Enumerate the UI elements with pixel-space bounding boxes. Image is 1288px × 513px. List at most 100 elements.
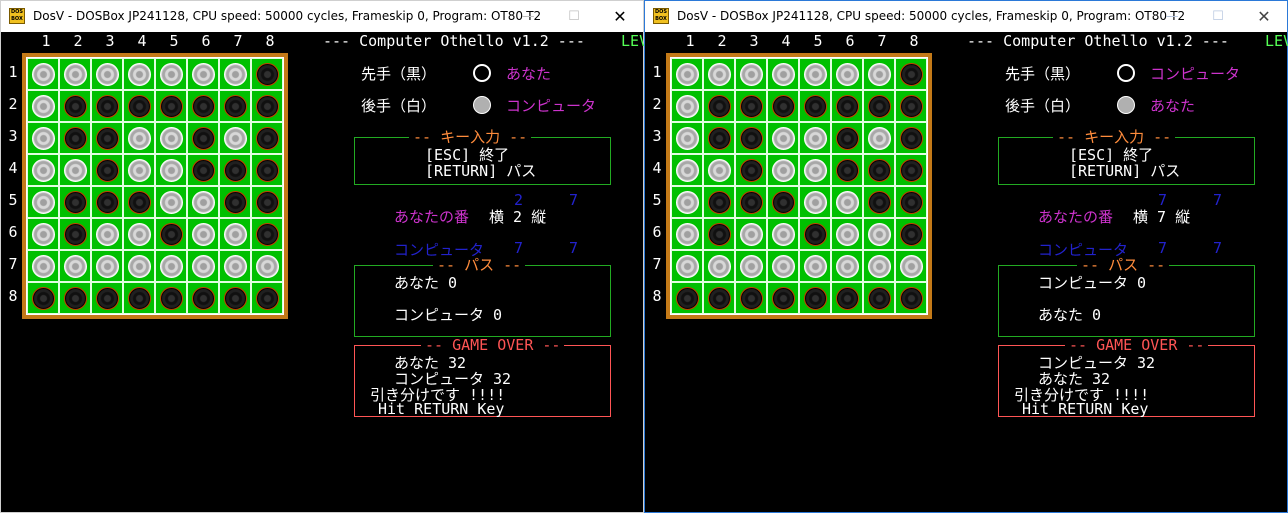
board-cell[interactable]	[91, 282, 123, 314]
board-cell[interactable]	[91, 154, 123, 186]
board-grid[interactable]	[26, 57, 284, 315]
board-cell[interactable]	[671, 282, 703, 314]
board-cell[interactable]	[187, 90, 219, 122]
board-cell[interactable]	[895, 186, 927, 218]
board-cell[interactable]	[735, 186, 767, 218]
board-cell[interactable]	[895, 90, 927, 122]
board-cell[interactable]	[91, 186, 123, 218]
board-cell[interactable]	[219, 90, 251, 122]
board-cell[interactable]	[671, 90, 703, 122]
board-cell[interactable]	[671, 122, 703, 154]
board-cell[interactable]	[799, 154, 831, 186]
board-cell[interactable]	[831, 250, 863, 282]
board-cell[interactable]	[831, 58, 863, 90]
board-cell[interactable]	[251, 186, 283, 218]
board-cell[interactable]	[863, 58, 895, 90]
board-cell[interactable]	[123, 186, 155, 218]
board-cell[interactable]	[799, 218, 831, 250]
board-cell[interactable]	[123, 90, 155, 122]
board-cell[interactable]	[27, 282, 59, 314]
board-cell[interactable]	[27, 154, 59, 186]
minimize-button[interactable]: —	[505, 1, 551, 32]
othello-board[interactable]	[22, 53, 288, 319]
board-cell[interactable]	[863, 90, 895, 122]
board-cell[interactable]	[219, 58, 251, 90]
board-cell[interactable]	[831, 186, 863, 218]
board-cell[interactable]	[219, 122, 251, 154]
board-cell[interactable]	[91, 58, 123, 90]
board-cell[interactable]	[123, 218, 155, 250]
board-cell[interactable]	[863, 250, 895, 282]
board-cell[interactable]	[863, 122, 895, 154]
board-cell[interactable]	[155, 154, 187, 186]
board-cell[interactable]	[187, 122, 219, 154]
board-cell[interactable]	[219, 250, 251, 282]
board-cell[interactable]	[155, 58, 187, 90]
board-cell[interactable]	[187, 58, 219, 90]
board-cell[interactable]	[735, 122, 767, 154]
board-cell[interactable]	[799, 122, 831, 154]
board-cell[interactable]	[767, 218, 799, 250]
board-cell[interactable]	[671, 250, 703, 282]
board-cell[interactable]	[123, 154, 155, 186]
othello-board[interactable]	[666, 53, 932, 319]
board-cell[interactable]	[671, 218, 703, 250]
board-cell[interactable]	[27, 58, 59, 90]
board-cell[interactable]	[863, 154, 895, 186]
board-cell[interactable]	[59, 282, 91, 314]
board-cell[interactable]	[155, 90, 187, 122]
board-cell[interactable]	[895, 154, 927, 186]
board-cell[interactable]	[735, 154, 767, 186]
board-cell[interactable]	[767, 282, 799, 314]
board-cell[interactable]	[155, 122, 187, 154]
board-cell[interactable]	[863, 186, 895, 218]
board-cell[interactable]	[187, 250, 219, 282]
board-cell[interactable]	[831, 218, 863, 250]
maximize-button[interactable]: ☐	[551, 1, 597, 32]
board-cell[interactable]	[59, 250, 91, 282]
board-cell[interactable]	[27, 90, 59, 122]
minimize-button[interactable]: —	[1149, 1, 1195, 32]
board-cell[interactable]	[671, 154, 703, 186]
board-cell[interactable]	[59, 186, 91, 218]
dosbox-icon[interactable]: DOS BOX	[653, 8, 669, 24]
board-cell[interactable]	[155, 282, 187, 314]
maximize-button[interactable]: ☐	[1195, 1, 1241, 32]
board-cell[interactable]	[27, 122, 59, 154]
game-screen[interactable]: --- Computer Othello v1.2 --- LEVEL 3 1 2…	[645, 32, 1288, 512]
board-cell[interactable]	[59, 90, 91, 122]
board-cell[interactable]	[123, 58, 155, 90]
board-cell[interactable]	[187, 186, 219, 218]
board-cell[interactable]	[735, 58, 767, 90]
board-cell[interactable]	[703, 218, 735, 250]
board-cell[interactable]	[799, 282, 831, 314]
board-cell[interactable]	[735, 250, 767, 282]
board-cell[interactable]	[703, 250, 735, 282]
board-cell[interactable]	[703, 154, 735, 186]
title-bar[interactable]: DOS BOX DosV - DOSBox JP241128, CPU spee…	[1, 1, 643, 32]
board-cell[interactable]	[91, 90, 123, 122]
board-cell[interactable]	[895, 282, 927, 314]
board-cell[interactable]	[831, 122, 863, 154]
board-cell[interactable]	[27, 250, 59, 282]
board-cell[interactable]	[799, 58, 831, 90]
board-cell[interactable]	[27, 186, 59, 218]
board-cell[interactable]	[767, 186, 799, 218]
board-cell[interactable]	[187, 154, 219, 186]
board-grid[interactable]	[670, 57, 928, 315]
board-cell[interactable]	[251, 250, 283, 282]
board-cell[interactable]	[27, 218, 59, 250]
board-cell[interactable]	[703, 58, 735, 90]
close-button[interactable]: ✕	[1241, 1, 1287, 32]
board-cell[interactable]	[219, 282, 251, 314]
board-cell[interactable]	[799, 90, 831, 122]
board-cell[interactable]	[895, 218, 927, 250]
board-cell[interactable]	[767, 250, 799, 282]
board-cell[interactable]	[251, 282, 283, 314]
game-screen[interactable]: --- Computer Othello v1.2 --- LEVEL 2 1 2…	[1, 32, 684, 512]
board-cell[interactable]	[703, 282, 735, 314]
board-cell[interactable]	[251, 90, 283, 122]
board-cell[interactable]	[123, 250, 155, 282]
board-cell[interactable]	[59, 154, 91, 186]
board-cell[interactable]	[187, 218, 219, 250]
